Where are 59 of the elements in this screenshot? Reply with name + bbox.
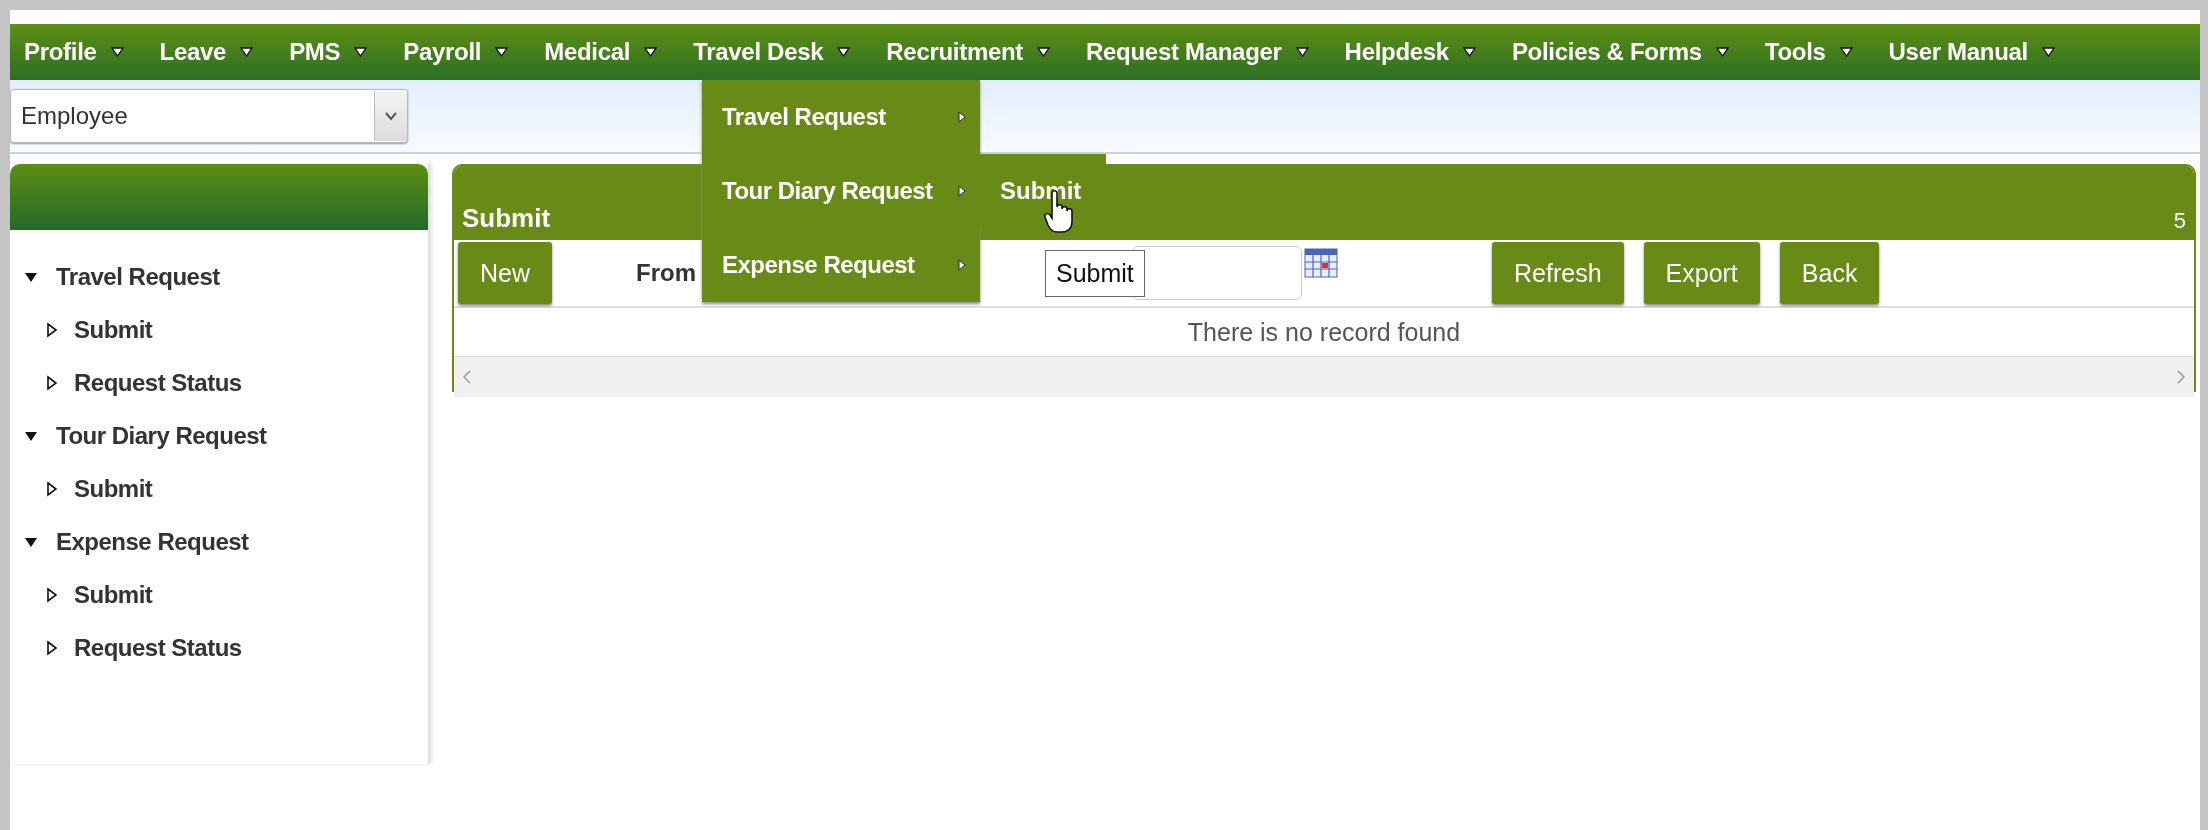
caret-icon — [354, 47, 368, 57]
menu-item[interactable]: Medical — [544, 38, 658, 66]
caret-icon — [110, 47, 124, 57]
calendar-icon[interactable] — [1304, 248, 1338, 278]
menu-item[interactable]: Travel Desk — [693, 38, 851, 66]
menu-item[interactable]: Helpdesk — [1344, 38, 1476, 66]
from-label: From — [636, 259, 696, 287]
menu-item[interactable]: Leave — [159, 38, 254, 66]
role-select[interactable]: Employee — [10, 89, 408, 143]
caret-icon — [240, 47, 254, 57]
date-field[interactable] — [1132, 246, 1302, 300]
caret-icon — [837, 47, 851, 57]
tree-item[interactable]: Submit — [10, 568, 428, 621]
caret-icon — [495, 47, 509, 57]
menu-item[interactable]: Payroll — [403, 38, 509, 66]
record-count: 5 — [2173, 208, 2186, 234]
new-button[interactable]: New — [458, 242, 552, 304]
leaf-icon — [46, 321, 58, 338]
leaf-icon — [46, 639, 58, 656]
dropdown-item[interactable]: Travel Request — [702, 80, 980, 154]
menu-item[interactable]: Tools — [1764, 38, 1853, 66]
caret-icon — [2042, 47, 2055, 57]
caret-icon — [1462, 47, 1476, 57]
tree-item[interactable]: Request Status — [10, 621, 428, 674]
tree-item[interactable]: Submit — [10, 303, 428, 356]
menu-item[interactable]: Policies & Forms — [1511, 38, 1729, 66]
tree-item[interactable]: Submit — [10, 462, 428, 515]
leaf-icon — [46, 374, 58, 391]
menu-item[interactable]: User Manual — [1888, 38, 2055, 66]
tooltip: Submit — [1045, 250, 1145, 297]
tree-item[interactable]: Travel Request — [10, 250, 428, 303]
menu-item[interactable]: Request Manager — [1086, 38, 1309, 66]
panel-title: Submit — [462, 203, 551, 234]
menu-item[interactable]: Profile — [24, 38, 124, 66]
caret-icon — [644, 47, 658, 57]
caret-icon — [1839, 47, 1853, 57]
caret-icon — [1037, 47, 1051, 57]
dropdown-item[interactable]: Tour Diary Request — [702, 154, 980, 228]
scroll-right-icon[interactable] — [2176, 369, 2186, 385]
leaf-icon — [46, 586, 58, 603]
caret-icon — [1295, 47, 1309, 57]
horizontal-scrollbar[interactable] — [454, 357, 2194, 397]
chevron-down-icon — [374, 91, 407, 141]
tree-item[interactable]: Request Status — [10, 356, 428, 409]
leaf-icon — [46, 480, 58, 497]
dropdown-item[interactable]: Expense Request — [702, 228, 980, 302]
caret-icon — [1715, 47, 1729, 57]
tree-item[interactable]: Tour Diary Request — [10, 409, 428, 462]
submenu-arrow-icon — [958, 259, 966, 271]
toolbar-button[interactable]: Back — [1779, 242, 1880, 304]
submenu-arrow-icon — [958, 111, 966, 123]
tree-item[interactable]: Expense Request — [10, 515, 428, 568]
toolbar-button[interactable]: Refresh — [1492, 242, 1624, 304]
submenu-item[interactable]: Submit — [980, 154, 1106, 228]
submenu-arrow-icon — [958, 185, 966, 197]
menu-item[interactable]: Recruitment — [886, 38, 1051, 66]
toolbar-button[interactable]: Export — [1643, 242, 1760, 304]
menu-item[interactable]: PMS — [289, 38, 368, 66]
scroll-left-icon[interactable] — [462, 369, 472, 385]
